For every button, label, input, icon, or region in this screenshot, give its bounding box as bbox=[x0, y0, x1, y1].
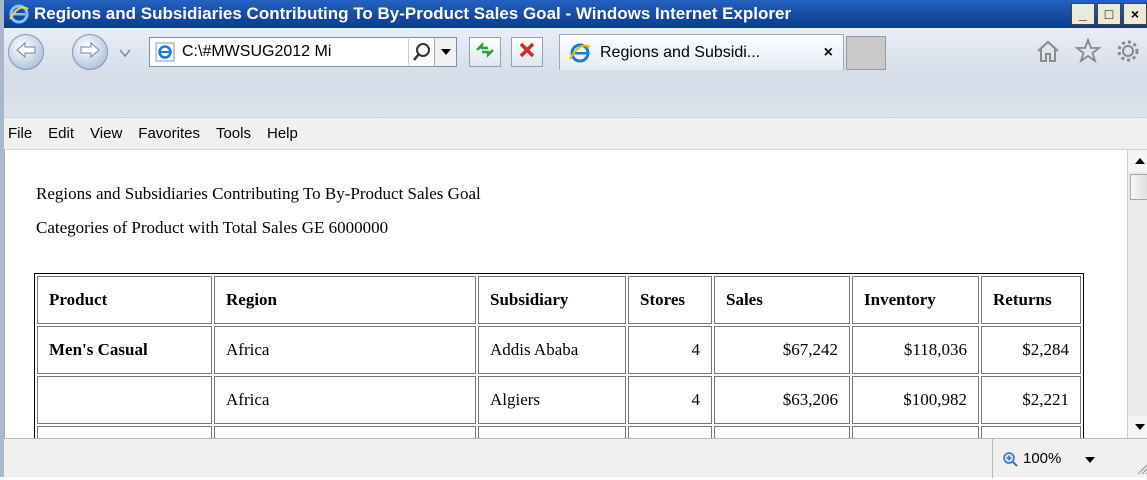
cell-sales: $67,242 bbox=[714, 326, 850, 374]
star-icon[interactable] bbox=[1073, 36, 1103, 66]
cell-region: Africa bbox=[214, 376, 476, 424]
menu-file[interactable]: File bbox=[8, 125, 32, 142]
scroll-down-button[interactable] bbox=[1128, 416, 1147, 438]
refresh-button[interactable] bbox=[469, 37, 501, 67]
menu-edit[interactable]: Edit bbox=[48, 125, 74, 142]
cell-product bbox=[37, 426, 212, 438]
zoom-dropdown[interactable] bbox=[1085, 450, 1096, 467]
new-tab-button[interactable] bbox=[846, 36, 886, 70]
cell-sales: $63,206 bbox=[714, 376, 850, 424]
close-button[interactable]: × bbox=[1123, 3, 1147, 25]
cell-returns: $2,284 bbox=[981, 326, 1081, 374]
home-icon[interactable] bbox=[1033, 36, 1063, 66]
gear-icon[interactable] bbox=[1113, 36, 1143, 66]
cell-subsidiary: Algiers bbox=[478, 376, 626, 424]
forward-arrow-icon bbox=[79, 41, 101, 64]
column-header-product: Product bbox=[37, 276, 212, 324]
menu-favorites[interactable]: Favorites bbox=[138, 125, 200, 142]
history-dropdown[interactable] bbox=[119, 48, 131, 58]
search-icon[interactable] bbox=[408, 39, 434, 65]
refresh-icon bbox=[474, 41, 496, 64]
page-icon bbox=[152, 39, 178, 65]
cell-returns bbox=[981, 426, 1081, 438]
table-row: Men's Casual Africa Addis Ababa 4 $67,24… bbox=[37, 326, 1081, 374]
cell-subsidiary: Addis Ababa bbox=[478, 326, 626, 374]
ie-logo-icon bbox=[8, 3, 30, 25]
cell-subsidiary bbox=[478, 426, 626, 438]
cell-inventory: $100,982 bbox=[852, 376, 979, 424]
report-title: Regions and Subsidiaries Contributing To… bbox=[36, 184, 481, 203]
column-header-sales: Sales bbox=[714, 276, 850, 324]
menu-view[interactable]: View bbox=[90, 125, 122, 142]
status-bar: 100% bbox=[4, 438, 1147, 478]
table-row bbox=[37, 426, 1081, 438]
window-controls: _ □ × bbox=[1069, 3, 1147, 25]
zoom-icon bbox=[1001, 450, 1019, 468]
page-content: Regions and Subsidiaries Contributing To… bbox=[4, 150, 1127, 438]
table-row: Africa Algiers 4 $63,206 $100,982 $2,221 bbox=[37, 376, 1081, 424]
zoom-level: 100% bbox=[1023, 450, 1062, 467]
address-bar[interactable]: C:\#MWSUG2012 Mi bbox=[149, 37, 457, 67]
cell-product bbox=[37, 376, 212, 424]
address-input[interactable]: C:\#MWSUG2012 Mi bbox=[182, 43, 408, 61]
zoom-control[interactable]: 100% bbox=[992, 439, 1147, 478]
tab-label: Regions and Subsidi... bbox=[600, 43, 761, 61]
cell-product: Men's Casual bbox=[37, 326, 212, 374]
menu-bar: File Edit View Favorites Tools Help bbox=[4, 117, 1147, 150]
cell-stores bbox=[628, 426, 712, 438]
column-header-subsidiary: Subsidiary bbox=[478, 276, 626, 324]
command-icons bbox=[1033, 36, 1143, 66]
column-header-region: Region bbox=[214, 276, 476, 324]
maximize-button[interactable]: □ bbox=[1097, 3, 1121, 25]
address-dropdown[interactable] bbox=[434, 38, 456, 66]
cell-inventory bbox=[852, 426, 979, 438]
tab-regions[interactable]: Regions and Subsidi... × bbox=[559, 34, 844, 70]
back-button[interactable] bbox=[8, 34, 44, 70]
cell-stores: 4 bbox=[628, 376, 712, 424]
menu-tools[interactable]: Tools bbox=[216, 125, 251, 142]
stop-icon bbox=[519, 42, 535, 63]
chevron-down-icon bbox=[119, 44, 131, 62]
scroll-up-button[interactable] bbox=[1128, 150, 1147, 172]
cell-inventory: $118,036 bbox=[852, 326, 979, 374]
cell-stores: 4 bbox=[628, 326, 712, 374]
resize-grip-icon[interactable] bbox=[1135, 461, 1147, 475]
navigation-bar: C:\#MWSUG2012 Mi Regions and Subsidi... … bbox=[4, 28, 1147, 78]
minimize-button[interactable]: _ bbox=[1071, 3, 1095, 25]
ie-logo-icon bbox=[566, 39, 594, 67]
tab-close-button[interactable]: × bbox=[824, 44, 833, 62]
report-subtitle: Categories of Product with Total Sales G… bbox=[36, 218, 389, 237]
cell-returns: $2,221 bbox=[981, 376, 1081, 424]
forward-button[interactable] bbox=[72, 34, 108, 70]
cell-region: Africa bbox=[214, 326, 476, 374]
table-header-row: Product Region Subsidiary Stores Sales I… bbox=[37, 276, 1081, 324]
vertical-scrollbar[interactable] bbox=[1127, 150, 1147, 438]
column-header-stores: Stores bbox=[628, 276, 712, 324]
cell-region bbox=[214, 426, 476, 438]
cell-sales bbox=[714, 426, 850, 438]
window-title: Regions and Subsidiaries Contributing To… bbox=[34, 4, 792, 23]
stop-button[interactable] bbox=[511, 37, 543, 67]
column-header-inventory: Inventory bbox=[852, 276, 979, 324]
browser-window: Regions and Subsidiaries Contributing To… bbox=[0, 0, 1147, 478]
scroll-thumb[interactable] bbox=[1130, 174, 1147, 200]
menu-help[interactable]: Help bbox=[267, 125, 298, 142]
back-arrow-icon bbox=[15, 41, 37, 64]
report-table: Product Region Subsidiary Stores Sales I… bbox=[34, 273, 1084, 438]
column-header-returns: Returns bbox=[981, 276, 1081, 324]
toolbar-spacer bbox=[4, 78, 1147, 117]
title-bar: Regions and Subsidiaries Contributing To… bbox=[4, 0, 1147, 28]
